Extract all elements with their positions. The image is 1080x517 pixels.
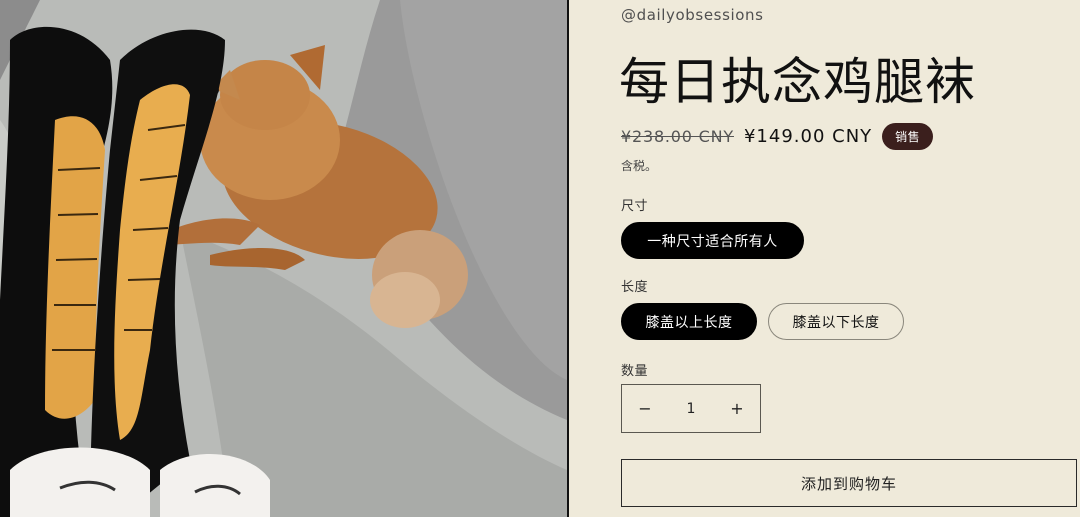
quantity-increase-button[interactable]: +	[714, 385, 760, 432]
length-label: 长度	[621, 280, 649, 295]
product-title: 每日执念鸡腿袜	[619, 53, 976, 111]
price-row: ¥238.00 CNY ¥149.00 CNY 销售	[621, 123, 934, 150]
quantity-label: 数量	[621, 364, 649, 379]
product-info: @dailyobsessions 每日执念鸡腿袜 ¥238.00 CNY ¥14…	[619, 0, 1080, 517]
product-image[interactable]	[0, 0, 569, 517]
product-photo-illustration	[0, 0, 567, 517]
vendor-name[interactable]: @dailyobsessions	[621, 6, 764, 24]
length-option-above-knee[interactable]: 膝盖以上长度	[621, 303, 757, 340]
quantity-input[interactable]: 1	[687, 401, 696, 417]
add-to-cart-button[interactable]: 添加到购物车	[621, 459, 1077, 507]
tax-note: 含税。	[621, 159, 658, 173]
sale-badge: 销售	[882, 123, 934, 150]
sale-price: ¥149.00 CNY	[743, 126, 873, 147]
quantity-stepper: − 1 +	[621, 384, 761, 433]
length-option-below-knee[interactable]: 膝盖以下长度	[768, 303, 904, 340]
regular-price: ¥238.00 CNY	[621, 127, 734, 146]
quantity-decrease-button[interactable]: −	[622, 385, 668, 432]
size-label: 尺寸	[621, 199, 649, 214]
size-option-one-size[interactable]: 一种尺寸适合所有人	[621, 222, 804, 259]
